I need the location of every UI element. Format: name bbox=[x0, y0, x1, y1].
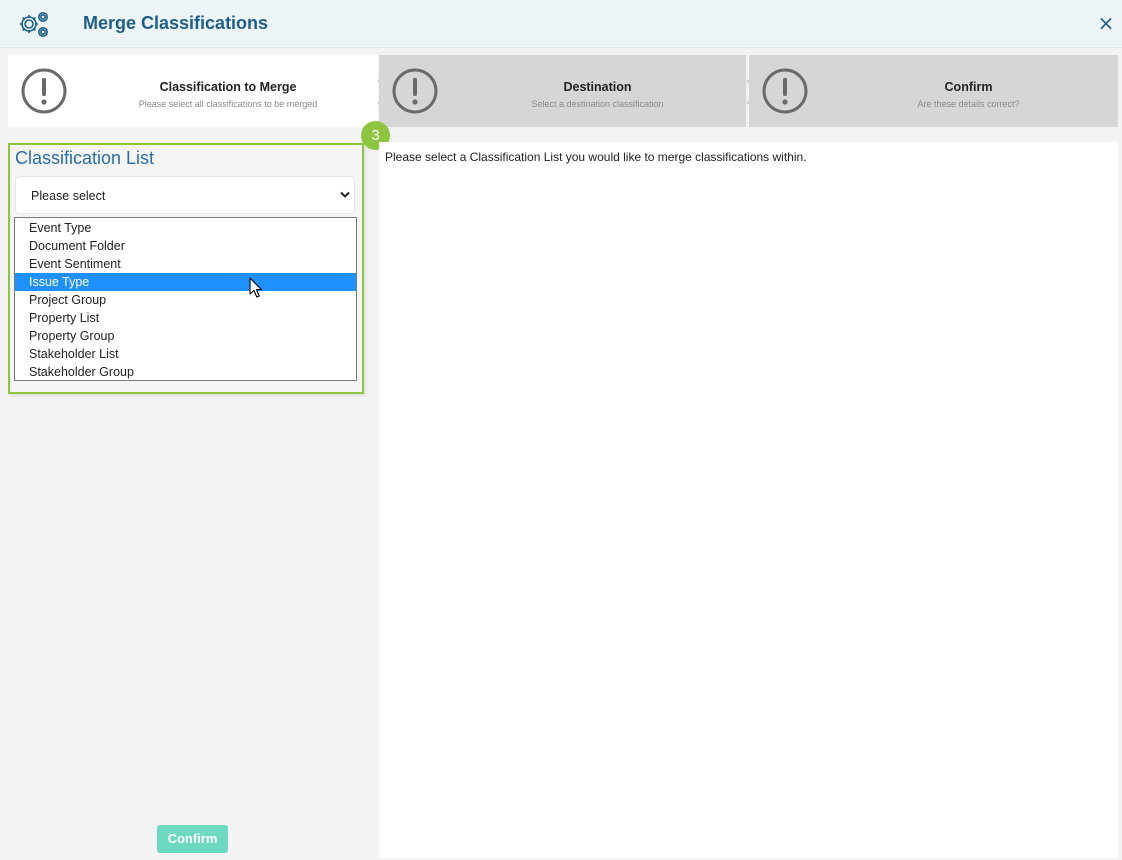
wizard-steps: Classification to Merge Please select al… bbox=[8, 55, 1118, 127]
mouse-cursor-icon bbox=[249, 277, 263, 298]
classification-list-heading: Classification List bbox=[15, 148, 155, 168]
chevron-down-icon bbox=[340, 191, 350, 198]
step-confirm[interactable]: Confirm Are these details correct? bbox=[749, 55, 1118, 127]
classification-list-select[interactable]: Please select bbox=[15, 176, 355, 214]
step-subtitle: Select a destination classification bbox=[531, 99, 664, 109]
dropdown-option[interactable]: Property Group bbox=[15, 327, 356, 345]
dropdown-option[interactable]: Property List bbox=[15, 309, 356, 327]
instruction-message: Please select a Classification List you … bbox=[385, 150, 807, 164]
window-title: Merge Classifications bbox=[83, 13, 269, 33]
dropdown-option[interactable]: Stakeholder List bbox=[15, 345, 356, 363]
step-title: Classification to Merge bbox=[159, 80, 297, 94]
dropdown-option[interactable]: Event Type bbox=[15, 219, 356, 237]
select-value: Please select bbox=[31, 189, 106, 203]
gears-icon bbox=[20, 12, 48, 37]
step-classification-to-merge[interactable]: Classification to Merge Please select al… bbox=[8, 55, 378, 127]
right-panel bbox=[379, 142, 1118, 858]
dropdown-option[interactable]: Document Folder bbox=[15, 237, 356, 255]
step-title: Confirm bbox=[944, 80, 993, 94]
dropdown-option[interactable]: Stakeholder Group bbox=[15, 363, 356, 381]
dropdown-option-selected[interactable]: Issue Type bbox=[15, 273, 356, 291]
step-subtitle: Are these details correct? bbox=[917, 99, 1020, 109]
dropdown-option[interactable]: Project Group bbox=[15, 291, 356, 309]
step-subtitle: Please select all classifications to be … bbox=[138, 99, 318, 109]
step-title: Destination bbox=[563, 80, 632, 94]
confirm-button[interactable]: Confirm bbox=[157, 825, 228, 853]
close-button[interactable]: × bbox=[1096, 13, 1116, 33]
dropdown-option[interactable]: Event Sentiment bbox=[15, 255, 356, 273]
step-destination[interactable]: Destination Select a destination classif… bbox=[379, 55, 746, 127]
title-bar: Merge Classifications × bbox=[0, 0, 1122, 48]
classification-list-dropdown: Event Type Document Folder Event Sentime… bbox=[14, 217, 357, 381]
